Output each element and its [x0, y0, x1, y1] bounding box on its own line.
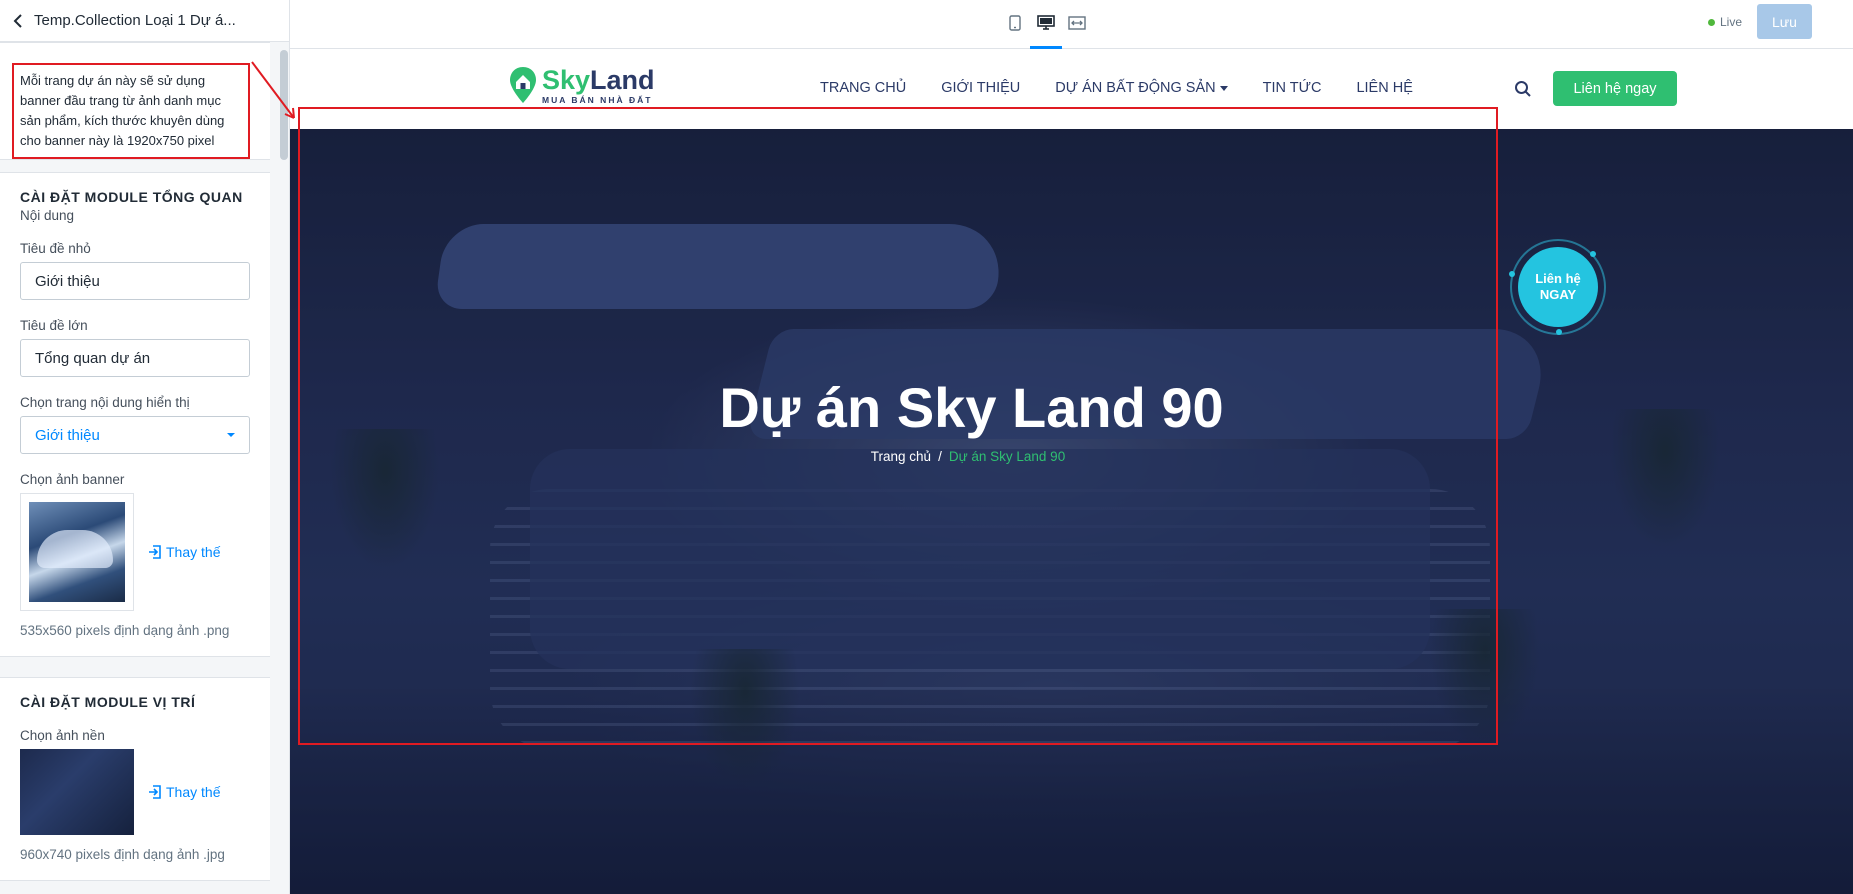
bg-image-label: Chọn ảnh nền	[20, 728, 105, 743]
banner-size-hint: 535x560 pixels định dạng ảnh .png	[20, 623, 230, 638]
save-button[interactable]: Lưu	[1757, 4, 1812, 39]
overview-section-title: CÀI ĐẶT MODULE TỔNG QUAN	[20, 189, 243, 205]
nav-item-projects[interactable]: DỰ ÁN BẤT ĐỘNG SẢN	[1055, 80, 1228, 96]
orbit-dot	[1590, 251, 1596, 257]
big-title-label: Tiêu đề lớn	[20, 318, 88, 333]
small-title-input[interactable]	[20, 262, 250, 300]
breadcrumb-home[interactable]: Trang chủ	[871, 449, 931, 464]
chevron-down-icon	[227, 433, 235, 437]
sidebar-header: Temp.Collection Loại 1 Dự á...	[0, 0, 289, 42]
sidebar-scroll-area: Mỗi trang dự án này sẽ sử dụng banner đầ…	[0, 42, 270, 894]
banner-overlay	[290, 129, 1853, 894]
nav-item-home[interactable]: TRANG CHỦ	[820, 80, 906, 96]
bg-size-hint: 960x740 pixels định dạng ảnh .jpg	[20, 847, 225, 862]
nav-item-about[interactable]: GIỚI THIỆU	[941, 80, 1020, 96]
bg-image-row: Thay thế	[20, 749, 250, 835]
location-pin-logo-icon	[510, 67, 536, 103]
nav-item-news[interactable]: TIN TỨC	[1263, 80, 1322, 96]
search-icon[interactable]	[1514, 80, 1532, 98]
banner-note: Mỗi trang dự án này sẽ sử dụng banner đầ…	[12, 63, 250, 159]
note-card: Mỗi trang dự án này sẽ sử dụng banner đầ…	[0, 42, 270, 160]
replace-bg-label: Thay thế	[166, 784, 221, 800]
orbit-dot	[1556, 329, 1562, 335]
banner-image-label: Chọn ảnh banner	[20, 472, 125, 487]
editor-toolbar: Live Lưu	[290, 0, 1853, 49]
floating-contact-line1: Liên hệ	[1535, 271, 1581, 286]
nav-item-contact[interactable]: LIÊN HỆ	[1356, 80, 1412, 96]
breadcrumb-current: Dự án Sky Land 90	[948, 449, 1066, 464]
live-status: Live	[1708, 15, 1742, 29]
logo-land-text: Land	[590, 64, 655, 95]
banner-image-thumbnail[interactable]	[20, 493, 134, 611]
breadcrumb: Trang chủ / Dự án Sky Land 90	[290, 449, 1646, 464]
floating-contact-line2: NGAY	[1539, 287, 1577, 302]
main-nav: TRANG CHỦ GIỚI THIỆU DỰ ÁN BẤT ĐỘNG SẢN …	[820, 80, 1448, 96]
fullwidth-view-icon[interactable]	[1066, 12, 1088, 34]
desktop-view-icon[interactable]	[1035, 12, 1057, 34]
replace-banner-button[interactable]: Thay thế	[148, 544, 220, 560]
annotation-arrow-icon	[251, 61, 295, 119]
replace-icon	[149, 785, 161, 799]
location-section-title: CÀI ĐẶT MODULE VỊ TRÍ	[20, 694, 196, 710]
page-select-value: Giới thiệu	[35, 426, 100, 444]
settings-sidebar: Temp.Collection Loại 1 Dự á... Mỗi trang…	[0, 0, 290, 894]
page-select-dropdown[interactable]: Giới thiệu	[20, 416, 250, 454]
nav-item-projects-label: DỰ ÁN BẤT ĐỘNG SẢN	[1055, 80, 1216, 96]
contact-now-button[interactable]: Liên hệ ngay	[1553, 71, 1677, 106]
logo-sky-text: Sky	[542, 64, 591, 95]
live-label: Live	[1720, 15, 1743, 29]
page-select-label: Chọn trang nội dung hiển thị	[20, 395, 190, 410]
big-title-input[interactable]	[20, 339, 250, 377]
location-module-settings: CÀI ĐẶT MODULE VỊ TRÍ Chọn ảnh nền Thay …	[0, 677, 270, 881]
banner-title: Dự án Sky Land 90	[719, 376, 1224, 439]
logo-tagline: MUA BÁN NHÀ ĐẤT	[542, 94, 653, 105]
template-title: Temp.Collection Loại 1 Dự á...	[34, 12, 236, 29]
back-icon[interactable]	[8, 11, 28, 31]
mobile-view-icon[interactable]	[1004, 12, 1026, 34]
live-dot-icon	[1708, 18, 1715, 26]
replace-banner-label: Thay thế	[166, 544, 221, 560]
floating-contact-widget[interactable]: Liên hệ NGAY	[1509, 239, 1606, 335]
hero-banner: Dự án Sky Land 90 Trang chủ / Dự án Sky La…	[290, 129, 1853, 894]
small-title-label: Tiêu đề nhỏ	[20, 241, 91, 256]
site-header: SkyLand MUA BÁN NHÀ ĐẤT TRANG CHỦ GIỚI T…	[290, 49, 1853, 129]
bg-image-thumbnail[interactable]	[20, 749, 134, 835]
replace-bg-button[interactable]: Thay thế	[148, 784, 220, 800]
chevron-down-icon	[1219, 85, 1228, 91]
replace-icon	[149, 545, 161, 559]
skyland-logo[interactable]: SkyLand MUA BÁN NHÀ ĐẤT	[508, 65, 655, 105]
floating-contact-button[interactable]: Liên hệ NGAY	[1518, 247, 1598, 327]
site-preview: SkyLand MUA BÁN NHÀ ĐẤT TRANG CHỦ GIỚI T…	[290, 49, 1853, 894]
overview-section-subtitle: Nội dung	[20, 208, 75, 223]
banner-image-row: Thay thế	[20, 493, 250, 611]
orbit-dot	[1509, 271, 1515, 277]
overview-module-settings: CÀI ĐẶT MODULE TỔNG QUAN Nội dung Tiêu đ…	[0, 172, 270, 657]
breadcrumb-separator: /	[938, 449, 942, 464]
